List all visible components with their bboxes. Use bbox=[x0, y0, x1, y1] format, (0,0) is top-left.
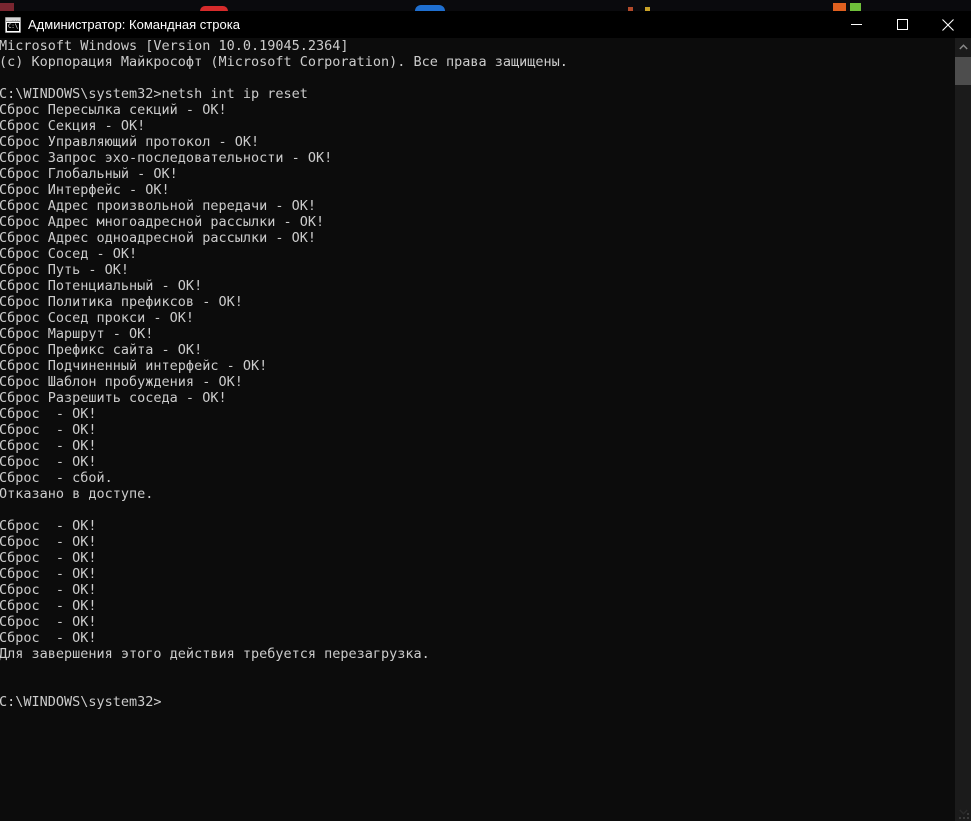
chevron-up-icon bbox=[958, 44, 968, 50]
scrollbar-track[interactable] bbox=[955, 56, 971, 803]
close-button[interactable] bbox=[925, 11, 971, 38]
window-title: Администратор: Командная строка bbox=[28, 16, 240, 32]
maximize-button[interactable] bbox=[879, 11, 925, 38]
maximize-icon bbox=[896, 19, 908, 30]
command-prompt-window: ··· C:\. Администратор: Командная строка bbox=[0, 11, 971, 821]
cmd-icon-dots: ··· bbox=[11, 17, 19, 23]
bg-chip bbox=[833, 3, 846, 11]
cmd-console-icon: ··· C:\. bbox=[5, 16, 21, 33]
window-controls bbox=[833, 11, 971, 38]
scroll-thumb[interactable] bbox=[955, 57, 971, 85]
scroll-up-arrow[interactable] bbox=[955, 38, 971, 56]
bg-chip bbox=[850, 3, 861, 11]
resize-grip-icon[interactable] bbox=[958, 808, 970, 820]
minimize-button[interactable] bbox=[833, 11, 879, 38]
console-scrollbar[interactable] bbox=[955, 38, 971, 821]
titlebar[interactable]: ··· C:\. Администратор: Командная строка bbox=[0, 11, 971, 38]
background-window-strip bbox=[0, 0, 971, 11]
cmd-icon-screen-text: C:\. bbox=[7, 22, 19, 31]
bg-chip bbox=[0, 3, 14, 11]
console-text: Microsoft Windows [Version 10.0.19045.23… bbox=[0, 38, 568, 710]
minimize-icon bbox=[850, 24, 862, 25]
console-output-area[interactable]: Microsoft Windows [Version 10.0.19045.23… bbox=[0, 38, 955, 821]
close-icon bbox=[942, 18, 954, 31]
